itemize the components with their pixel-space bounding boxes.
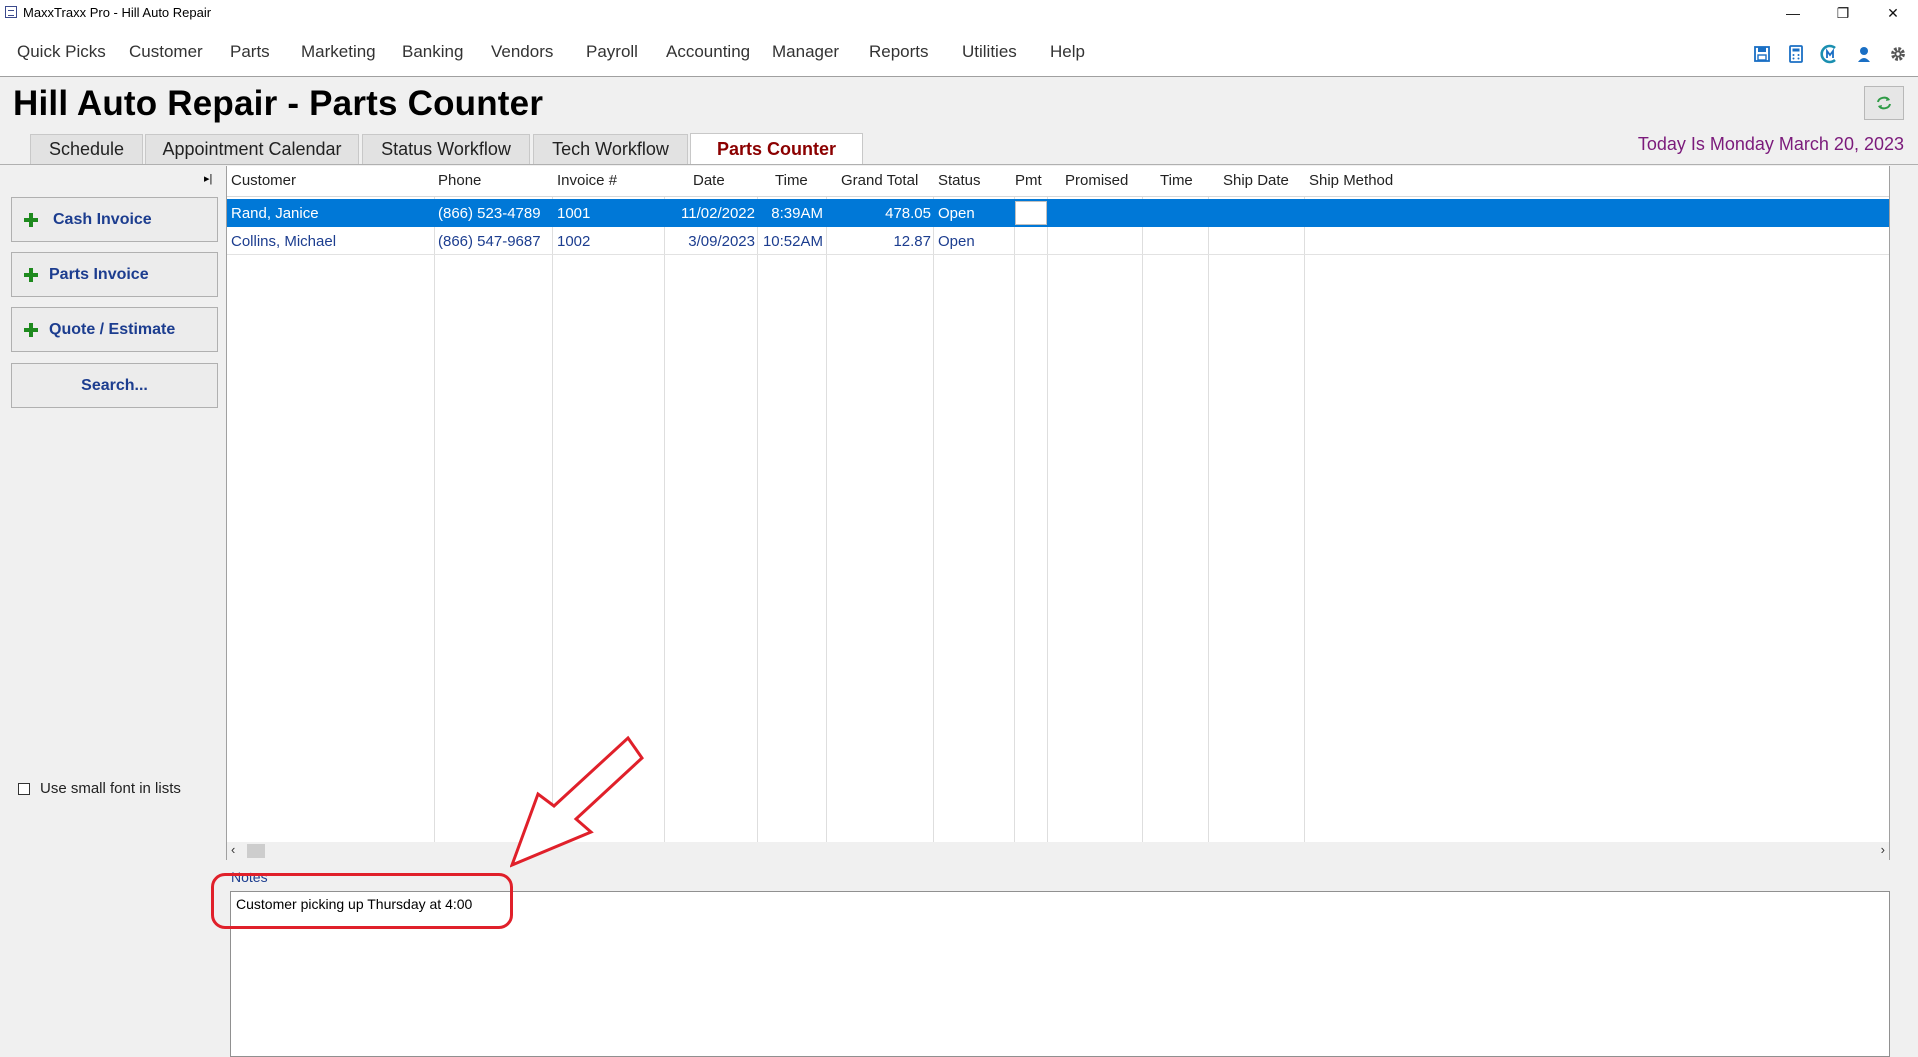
tab-appointment-calendar[interactable]: Appointment Calendar: [145, 134, 359, 164]
menu-customer[interactable]: Customer: [129, 42, 203, 62]
small-font-label: Use small font in lists: [40, 780, 181, 797]
menu-vendors[interactable]: Vendors: [491, 42, 553, 62]
tab-schedule[interactable]: Schedule: [30, 134, 143, 164]
cell-status: Open: [938, 205, 975, 222]
plus-icon: [24, 267, 38, 282]
annotation-highlight-box: [211, 873, 513, 929]
column-divider: [933, 166, 934, 842]
cell-customer: Collins, Michael: [231, 233, 337, 250]
quote-estimate-label: Quote / Estimate: [49, 320, 176, 338]
restore-button[interactable]: ❐: [1820, 0, 1866, 26]
save-icon[interactable]: [1752, 44, 1772, 64]
column-header-ship-method[interactable]: Ship Method: [1309, 172, 1393, 189]
tab-tech-workflow[interactable]: Tech Workflow: [533, 134, 688, 164]
column-header-phone[interactable]: Phone: [438, 172, 481, 189]
cell-time: 10:52AM: [762, 233, 823, 250]
calculator-icon[interactable]: [1786, 44, 1806, 64]
column-divider: [826, 166, 827, 842]
search-button[interactable]: Search...: [11, 363, 218, 408]
horizontal-scrollbar[interactable]: ‹ ›: [226, 842, 1890, 860]
column-header-pmt[interactable]: Pmt: [1015, 172, 1042, 189]
maxx-logo-icon[interactable]: [1820, 44, 1840, 64]
page-title: Hill Auto Repair - Parts Counter: [13, 84, 544, 123]
window-title: MaxxTraxx Pro - Hill Auto Repair: [23, 5, 212, 20]
annotation-arrow-icon: [510, 735, 644, 868]
small-font-checkbox[interactable]: [18, 783, 30, 795]
window-title-bar: MaxxTraxx Pro - Hill Auto Repair — ❐ ✕: [0, 0, 1918, 26]
menu-marketing[interactable]: Marketing: [301, 42, 376, 62]
cell-time: 8:39AM: [771, 205, 823, 222]
menu-help[interactable]: Help: [1050, 42, 1085, 62]
tab-status-workflow[interactable]: Status Workflow: [362, 134, 530, 164]
refresh-icon: [1877, 96, 1891, 110]
column-header-time[interactable]: Time: [775, 172, 808, 189]
column-header-status[interactable]: Status: [938, 172, 981, 189]
parts-invoice-button[interactable]: Parts Invoice: [11, 252, 218, 297]
cash-invoice-button[interactable]: Cash Invoice: [11, 197, 218, 242]
scroll-left-icon[interactable]: ‹: [231, 842, 235, 857]
parts-invoice-label: Parts Invoice: [49, 265, 149, 283]
scroll-right-icon[interactable]: ›: [1881, 842, 1885, 857]
tab-divider: [0, 164, 1918, 165]
refresh-button[interactable]: [1864, 86, 1904, 120]
column-divider: [434, 166, 435, 842]
minimize-button[interactable]: —: [1770, 0, 1816, 26]
table-row[interactable]: Rand, Janice (866) 523-4789 1001 11/02/2…: [227, 199, 1889, 227]
cell-invoice: 1002: [557, 233, 591, 250]
scroll-thumb[interactable]: [247, 844, 265, 858]
column-divider: [1014, 166, 1015, 842]
column-divider: [1142, 166, 1143, 842]
parts-counter-grid: Customer Phone Invoice # Date Time Grand…: [226, 166, 1890, 842]
cell-customer: Rand, Janice: [231, 205, 319, 222]
column-header-grand-total[interactable]: Grand Total: [841, 172, 918, 189]
today-date: Today Is Monday March 20, 2023: [1637, 134, 1904, 154]
cell-phone: (866) 547-9687: [438, 233, 541, 250]
app-icon: [5, 6, 17, 18]
menu-payroll[interactable]: Payroll: [586, 42, 638, 62]
column-header-ship-date[interactable]: Ship Date: [1223, 172, 1289, 189]
cell-date: 11/02/2022: [681, 205, 755, 222]
cell-grand-total: 12.87: [893, 233, 931, 250]
menu-accounting[interactable]: Accounting: [666, 42, 750, 62]
cell-pmt[interactable]: [1015, 201, 1047, 225]
column-header-promised-time[interactable]: Time: [1160, 172, 1193, 189]
column-header-customer[interactable]: Customer: [231, 172, 296, 189]
collapse-panel-icon[interactable]: ▸|: [204, 172, 212, 185]
column-divider: [1304, 166, 1305, 842]
quote-estimate-button[interactable]: Quote / Estimate: [11, 307, 218, 352]
column-header-date[interactable]: Date: [693, 172, 725, 189]
column-header-invoice[interactable]: Invoice #: [557, 172, 617, 189]
plus-icon: [24, 322, 38, 337]
menu-quick-picks[interactable]: Quick Picks: [17, 42, 106, 62]
column-divider: [757, 166, 758, 842]
cell-grand-total: 478.05: [885, 205, 931, 222]
column-divider: [1047, 166, 1048, 842]
cell-date: 3/09/2023: [688, 233, 755, 250]
settings-gear-icon[interactable]: [1888, 44, 1908, 64]
column-divider: [664, 166, 665, 842]
menu-bar: Quick Picks Customer Parts Marketing Ban…: [0, 26, 1918, 77]
user-help-icon[interactable]: [1854, 44, 1874, 64]
plus-icon: [24, 212, 38, 227]
cell-status: Open: [938, 233, 975, 250]
column-header-promised[interactable]: Promised: [1065, 172, 1128, 189]
search-label: Search...: [81, 376, 148, 394]
close-button[interactable]: ✕: [1870, 0, 1916, 26]
menu-banking[interactable]: Banking: [402, 42, 463, 62]
tab-parts-counter[interactable]: Parts Counter: [690, 133, 863, 165]
cell-invoice: 1001: [557, 205, 591, 222]
grid-header: Customer Phone Invoice # Date Time Grand…: [227, 166, 1889, 197]
column-divider: [1208, 166, 1209, 842]
menu-manager[interactable]: Manager: [772, 42, 839, 62]
cash-invoice-label: Cash Invoice: [53, 210, 152, 228]
menu-parts[interactable]: Parts: [230, 42, 270, 62]
cell-phone: (866) 523-4789: [438, 205, 541, 222]
menu-reports[interactable]: Reports: [869, 42, 929, 62]
menu-utilities[interactable]: Utilities: [962, 42, 1017, 62]
table-row[interactable]: Collins, Michael (866) 547-9687 1002 3/0…: [227, 227, 1889, 255]
